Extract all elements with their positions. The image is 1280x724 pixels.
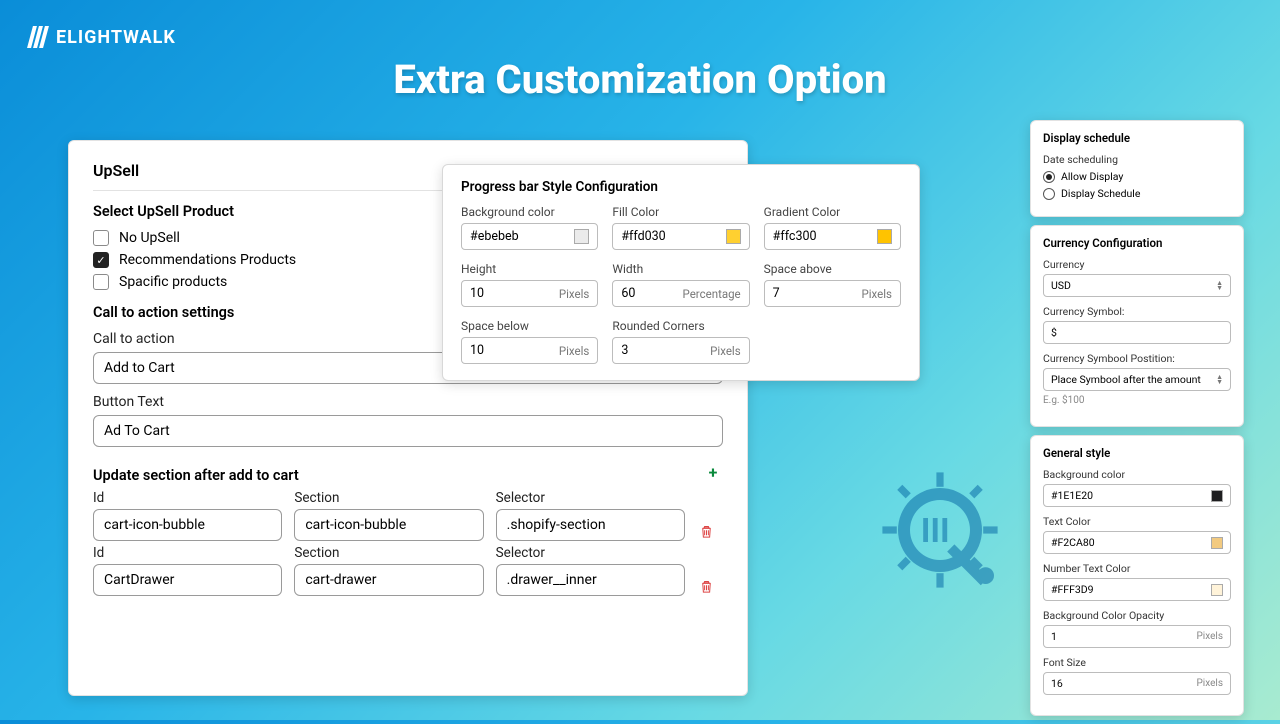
cta-value: Add to Cart (104, 360, 175, 376)
checkbox-icon: ✓ (93, 252, 109, 268)
bg-color-input[interactable]: #ebebeb (461, 223, 598, 250)
style-font-input[interactable]: 16Pixels (1043, 672, 1231, 695)
color-swatch (726, 229, 741, 244)
currency-select[interactable]: USD▲▼ (1043, 274, 1231, 297)
update-row: Id Section Selector (93, 490, 723, 541)
style-opacity-label: Background Color Opacity (1043, 609, 1231, 622)
fill-color-label: Fill Color (612, 205, 749, 219)
radio-icon (1043, 188, 1055, 200)
display-schedule-card: Display schedule Date scheduling Allow D… (1030, 120, 1244, 217)
style-text-label: Text Color (1043, 515, 1231, 528)
schedule-title: Display schedule (1043, 131, 1231, 145)
symbol-label: Currency Symbol: (1043, 305, 1231, 318)
col-section: Section (294, 545, 483, 561)
position-hint: E.g. $100 (1043, 395, 1231, 406)
section-input[interactable] (294, 509, 483, 541)
position-label: Currency Symbool Postition: (1043, 352, 1231, 365)
radio-icon (1043, 171, 1055, 183)
space-below-label: Space below (461, 319, 598, 333)
checkbox-label: No UpSell (119, 230, 180, 246)
color-swatch (1211, 490, 1223, 502)
fill-color-input[interactable]: #ffd030 (612, 223, 749, 250)
side-panels: Display schedule Date scheduling Allow D… (1030, 120, 1244, 724)
width-input[interactable]: 60Percentage (612, 280, 749, 307)
col-id: Id (93, 545, 282, 561)
checkbox-label: Spacific products (119, 274, 227, 290)
color-swatch (877, 229, 892, 244)
button-text-input[interactable] (93, 415, 723, 447)
page-title: Extra Customization Option (393, 56, 886, 103)
button-text-label: Button Text (93, 394, 723, 410)
currency-label: Currency (1043, 258, 1231, 271)
delete-row-button[interactable] (697, 521, 717, 541)
progress-config-card: Progress bar Style Configuration Backgro… (442, 164, 920, 381)
height-label: Height (461, 262, 598, 276)
id-input[interactable] (93, 509, 282, 541)
gradient-color-label: Gradient Color (764, 205, 901, 219)
style-bg-label: Background color (1043, 468, 1231, 481)
corners-label: Rounded Corners (612, 319, 749, 333)
update-row: Id Section Selector (93, 545, 723, 596)
delete-row-button[interactable] (697, 576, 717, 596)
radio-display-schedule[interactable]: Display Schedule (1043, 187, 1231, 200)
height-input[interactable]: 10Pixels (461, 280, 598, 307)
checkbox-label: Recommendations Products (119, 252, 296, 268)
brand-logo: ELIGHTWALK (30, 26, 176, 48)
col-id: Id (93, 490, 282, 506)
selector-input[interactable] (496, 564, 685, 596)
col-selector: Selector (496, 490, 685, 506)
bg-color-label: Background color (461, 205, 598, 219)
symbol-input[interactable]: $ (1043, 321, 1231, 344)
currency-config-card: Currency Configuration Currency USD▲▼ Cu… (1030, 225, 1244, 427)
space-above-input[interactable]: 7Pixels (764, 280, 901, 307)
date-scheduling-label: Date scheduling (1043, 153, 1231, 166)
space-above-label: Space above (764, 262, 901, 276)
selector-input[interactable] (496, 509, 685, 541)
space-below-input[interactable]: 10Pixels (461, 337, 598, 364)
gradient-color-input[interactable]: #ffc300 (764, 223, 901, 250)
style-font-label: Font Size (1043, 656, 1231, 669)
add-row-button[interactable]: + (703, 463, 723, 483)
brand-text: ELIGHTWALK (56, 27, 176, 48)
currency-title: Currency Configuration (1043, 236, 1231, 250)
radio-allow-display[interactable]: Allow Display (1043, 170, 1231, 183)
color-swatch (1211, 537, 1223, 549)
brand-mark-icon (27, 26, 51, 48)
chevron-updown-icon: ▲▼ (1216, 281, 1223, 291)
width-label: Width (612, 262, 749, 276)
col-section: Section (294, 490, 483, 506)
corners-input[interactable]: 3Pixels (612, 337, 749, 364)
gear-wrench-icon (880, 470, 1000, 590)
checkbox-icon (93, 230, 109, 246)
checkbox-icon (93, 274, 109, 290)
style-bg-input[interactable]: #1E1E20 (1043, 484, 1231, 507)
style-opacity-input[interactable]: 1Pixels (1043, 625, 1231, 648)
style-text-input[interactable]: #F2CA80 (1043, 531, 1231, 554)
color-swatch (574, 229, 589, 244)
update-section-title: Update section after add to cart (93, 467, 299, 484)
style-num-input[interactable]: #FFF3D9 (1043, 578, 1231, 601)
color-swatch (1211, 584, 1223, 596)
id-input[interactable] (93, 564, 282, 596)
style-num-label: Number Text Color (1043, 562, 1231, 575)
progress-title: Progress bar Style Configuration (461, 179, 901, 195)
position-select[interactable]: Place Symbool after the amount▲▼ (1043, 368, 1231, 391)
general-style-card: General style Background color #1E1E20 T… (1030, 435, 1244, 716)
section-input[interactable] (294, 564, 483, 596)
col-selector: Selector (496, 545, 685, 561)
style-title: General style (1043, 446, 1231, 460)
chevron-updown-icon: ▲▼ (1216, 375, 1223, 385)
